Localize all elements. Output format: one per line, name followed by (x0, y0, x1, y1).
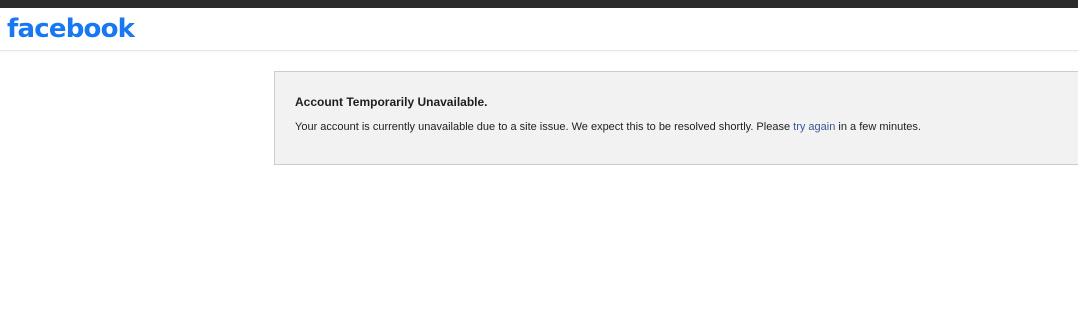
notice-message: Your account is currently unavailable du… (295, 121, 921, 133)
error-notice-box: Account Temporarily Unavailable. Your ac… (274, 71, 1078, 165)
top-header-bar: facebook (0, 8, 1078, 51)
facebook-logo[interactable]: facebook (7, 12, 135, 46)
notice-message-text-before: Your account is currently unavailable du… (295, 121, 794, 133)
browser-top-strip (0, 0, 1078, 8)
notice-title: Account Temporarily Unavailable. (295, 95, 488, 109)
notice-message-text-after: in a few minutes. (835, 121, 921, 133)
try-again-link[interactable]: try again (793, 121, 835, 133)
